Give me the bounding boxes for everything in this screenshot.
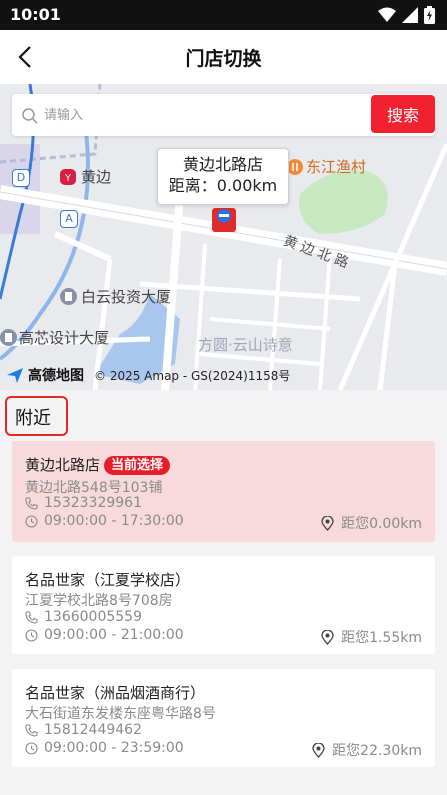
store-phone: 13660005559 [44,609,142,625]
store-distance: 距您0.00km [341,516,422,532]
store-info-bubble: 黄边北路店 距离：0.00km [157,148,289,205]
restaurant-icon [287,158,303,175]
amap-logo: 高德地图 [6,365,84,385]
store-hours-row: 09:00:00 - 21:00:00 [25,627,184,643]
search-input[interactable] [44,102,364,128]
map-copyright: © 2025 Amap - GS(2024)1158号 [94,368,291,383]
store-hours-row: 09:00:00 - 23:59:00 [25,740,184,756]
map-label-huangbian: Y 黄边 [60,166,111,187]
status-time: 10:01 [10,5,61,24]
phone-icon [25,496,38,510]
amap-logo-icon [7,368,23,383]
store-distance-row: 距您0.00km [321,513,422,533]
store-phone-row: 15812449462 [25,722,142,738]
location-pin-icon [321,515,334,531]
search-button[interactable]: 搜索 [371,95,435,133]
store-hours: 09:00:00 - 23:59:00 [44,740,184,756]
phone-icon [25,610,38,624]
clock-icon [25,741,38,755]
store-name-row: 黄边北路店 当前选择 [25,454,171,475]
store-card[interactable]: 黄边北路店 当前选择 黄边北路548号103铺 15323329961 09:00… [12,441,435,542]
store-phone-row: 15323329961 [25,495,142,511]
map[interactable]: 搜索 D A Y 黄边 东江渔村 白云投资大厦 高芯设计大厦 方圆·云山诗意 黄… [0,84,447,390]
building-icon [0,329,17,346]
status-bar: 10:01 [0,0,447,30]
search-icon [22,108,38,124]
location-pin-icon [321,629,334,645]
store-hours: 09:00:00 - 21:00:00 [44,627,184,643]
store-distance: 距您1.55km [341,630,422,646]
store-address: 大石街道东发楼东座粤华路8号 [25,706,216,722]
map-label-fangyuan: 方圆·云山诗意 [198,336,293,354]
section-title: 附近 [15,408,51,429]
store-name: 名品世家（江夏学校店） [25,571,191,589]
store-hours-row: 09:00:00 - 17:30:00 [25,513,184,529]
nav-bar: 门店切换 [0,30,447,84]
battery-icon [424,6,435,24]
store-phone: 15323329961 [44,495,142,511]
status-icons [378,6,435,24]
building-icon [60,288,77,305]
map-label-dongjiang: 东江渔村 [287,156,366,177]
bubble-store-name: 黄边北路店 [182,155,263,174]
map-label-baiyun: 白云投资大厦 [60,286,171,307]
phone-icon [25,723,38,737]
metro-badge-a: A [60,208,78,228]
store-address: 黄边北路548号103铺 [25,480,163,496]
store-card[interactable]: 名品世家（江夏学校店） 江夏学校北路8号708房 13660005559 09:… [12,556,435,654]
store-distance-row: 距您1.55km [321,627,422,647]
search-bar: 搜索 [12,94,435,136]
map-label-gaoxin: 高芯设计大厦 [0,327,109,348]
bubble-distance: 距离：0.00km [168,176,278,195]
wifi-icon [378,7,396,22]
signal-icon [402,7,418,23]
metro-icon: Y [60,168,76,185]
svg-text:Y: Y [64,173,72,184]
store-address: 江夏学校北路8号708房 [25,593,173,609]
store-phone: 15812449462 [44,722,142,738]
store-card[interactable]: 名品世家（洲品烟酒商行） 大石街道东发楼东座粤华路8号 15812449462 … [12,669,435,767]
location-pin-icon [312,742,325,758]
store-distance-row: 距您22.30km [312,740,422,760]
store-distance: 距您22.30km [332,743,422,759]
store-hours: 09:00:00 - 17:30:00 [44,513,184,529]
section-header-nearby: 附近 [5,396,68,436]
amap-brand: 高德地图 [28,368,84,384]
page-title: 门店切换 [185,48,262,70]
store-name: 名品世家（洲品烟酒商行） [25,684,206,702]
clock-icon [25,514,38,528]
current-selection-badge: 当前选择 [104,456,171,475]
metro-badge-d: D [12,167,30,187]
store-name: 黄边北路店 [25,456,101,474]
map-footer: 高德地图 © 2025 Amap - GS(2024)1158号 [0,364,290,386]
clock-icon [25,628,38,642]
store-phone-row: 13660005559 [25,609,142,625]
